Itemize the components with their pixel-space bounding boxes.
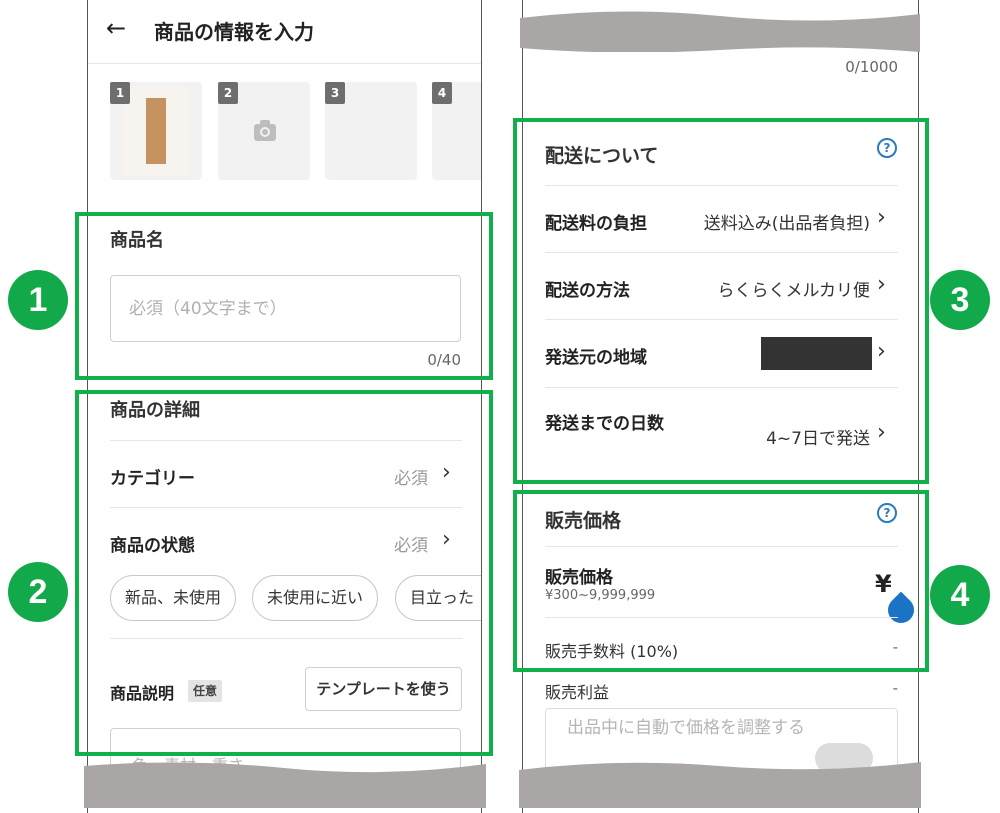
photo-slot-number: 1 [110, 82, 130, 104]
photo-slot-3[interactable]: 3 [325, 82, 417, 180]
photo-slot-4[interactable]: 4 [432, 82, 481, 180]
torn-edge-bottom-left [84, 762, 486, 808]
photo-slot-number: 4 [432, 82, 452, 104]
header-divider [88, 63, 481, 64]
back-arrow-icon[interactable]: ← [106, 14, 126, 42]
highlight-box-3 [513, 118, 929, 484]
annotation-number-4: 4 [930, 565, 990, 625]
page-title: 商品の情報を入力 [154, 20, 314, 44]
highlight-box-4 [513, 490, 929, 672]
camera-icon [254, 120, 276, 141]
highlight-box-1 [75, 212, 493, 380]
torn-edge-bottom-right [519, 762, 921, 808]
highlight-box-2 [75, 390, 493, 756]
description-counter: 0/1000 [845, 58, 898, 76]
profit-value: - [892, 679, 898, 697]
photo-slot-2[interactable]: 2 [218, 82, 310, 180]
photo-slot-number: 3 [325, 82, 345, 104]
photo-slot-number: 2 [218, 82, 238, 104]
photo-slot-1[interactable]: 1 [110, 82, 202, 180]
annotation-number-3: 3 [930, 270, 990, 330]
auto-price-adjust-text: 出品中に自動で価格を調整する [567, 718, 805, 738]
annotation-number-2: 2 [8, 562, 68, 622]
annotation-number-1: 1 [8, 270, 68, 330]
photo-thumbnail [122, 86, 190, 176]
torn-edge-top [520, 11, 920, 52]
profit-label: 販売利益 [545, 683, 610, 702]
